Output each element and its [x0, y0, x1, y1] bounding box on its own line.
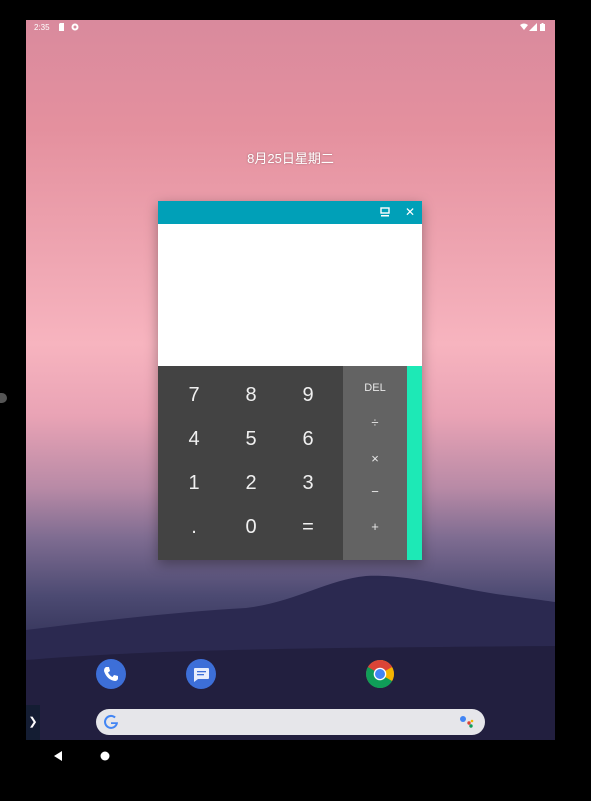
status-time: 2:35 [34, 23, 50, 32]
advanced-panel-handle[interactable] [407, 366, 422, 560]
key-0[interactable]: 0 [231, 512, 271, 542]
key-divide[interactable]: ÷ [343, 410, 407, 436]
phone-app[interactable] [96, 659, 126, 689]
date-widget[interactable]: 8月25日星期二 [26, 148, 555, 167]
home-icon[interactable] [100, 751, 110, 761]
key-decimal[interactable]: . [174, 512, 214, 542]
messages-icon [194, 668, 209, 682]
key-3[interactable]: 3 [288, 468, 328, 498]
home-screen: 2:35 8月25日星期二 ✕ 7 8 9 4 5 6 1 2 3 . 0 = … [26, 20, 555, 740]
key-1[interactable]: 1 [174, 468, 214, 498]
calculator-display [158, 224, 422, 366]
app-drawer-handle[interactable]: ❯ [26, 705, 40, 740]
back-icon[interactable] [52, 750, 64, 762]
key-4[interactable]: 4 [174, 424, 214, 454]
minimize-icon [380, 207, 390, 217]
key-subtract[interactable]: − [343, 479, 407, 505]
navigation-bar [0, 740, 591, 780]
wifi-icon [520, 23, 528, 30]
calculator-titlebar[interactable]: ✕ [158, 201, 422, 224]
google-g-icon [104, 714, 118, 729]
key-8[interactable]: 8 [231, 380, 271, 410]
key-equals[interactable]: = [288, 512, 328, 542]
google-search-bar[interactable] [96, 709, 485, 735]
battery-icon [540, 23, 545, 31]
minimize-button[interactable] [377, 204, 393, 220]
close-button[interactable]: ✕ [402, 204, 418, 220]
chrome-icon [366, 660, 394, 688]
sync-icon [71, 23, 79, 31]
operator-pad: DEL ÷ × − + [343, 366, 407, 560]
key-6[interactable]: 6 [288, 424, 328, 454]
close-icon: ✕ [404, 205, 416, 219]
assistant-icon[interactable] [459, 715, 475, 729]
key-2[interactable]: 2 [231, 468, 271, 498]
sd-card-icon [59, 23, 64, 31]
edge-indicator [0, 393, 7, 403]
calculator-window: ✕ 7 8 9 4 5 6 1 2 3 . 0 = DEL ÷ × − + [158, 201, 422, 560]
key-7[interactable]: 7 [174, 380, 214, 410]
key-delete[interactable]: DEL [343, 375, 407, 401]
phone-icon [104, 667, 118, 681]
signal-icon [529, 23, 537, 31]
number-pad: 7 8 9 4 5 6 1 2 3 . 0 = [158, 366, 343, 560]
chrome-app[interactable] [365, 659, 395, 689]
key-add[interactable]: + [343, 514, 407, 540]
messages-app[interactable] [186, 659, 216, 689]
key-multiply[interactable]: × [343, 446, 407, 472]
key-9[interactable]: 9 [288, 380, 328, 410]
key-5[interactable]: 5 [231, 424, 271, 454]
status-bar: 2:35 [26, 20, 555, 36]
